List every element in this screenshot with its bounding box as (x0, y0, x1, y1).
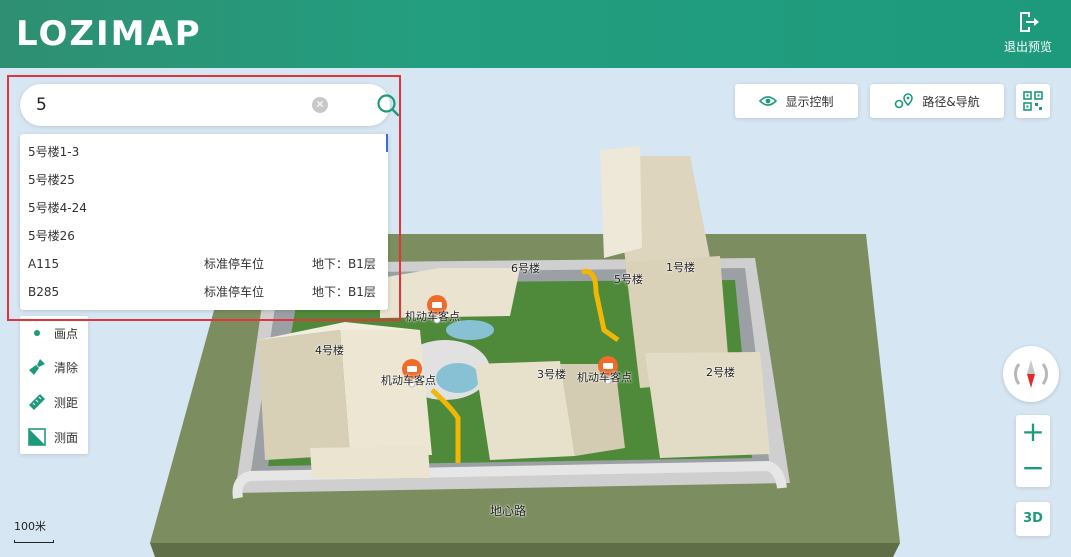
zoom-control: + − (1016, 415, 1050, 487)
exit-preview-label: 退出预览 (1003, 40, 1052, 54)
result-name: 5号楼26 (28, 229, 75, 243)
search-results-dropdown: 5号楼1-3 5号楼25 5号楼4-24 5号楼26 A115 标准停车位 地下… (20, 134, 388, 310)
point-icon (34, 330, 40, 336)
poi-label[interactable]: 机动车客点 (577, 369, 632, 385)
poi-label[interactable]: 机动车客点 (405, 308, 460, 324)
building-1-label[interactable]: 1号楼 (666, 259, 695, 275)
route-navigation-label: 路径&导航 (922, 94, 980, 109)
ruler-icon (29, 394, 45, 410)
map-tools-panel: 画点 清除 测距 测面 (20, 316, 88, 454)
result-floor: 地下：B1层 (312, 285, 376, 299)
display-control-label: 显示控制 (785, 94, 834, 109)
logo: LOZIMAP (16, 14, 202, 54)
tool-label: 画点 (54, 326, 79, 341)
building-2-label[interactable]: 2号楼 (706, 364, 735, 380)
display-control-button[interactable]: 显示控制 (735, 84, 858, 118)
qr-code-button[interactable] (1016, 84, 1050, 118)
result-type: 标准停车位 (204, 257, 265, 271)
building-3-label[interactable]: 3号楼 (537, 366, 566, 382)
building-5-label[interactable]: 5号楼 (614, 271, 643, 287)
poi-label[interactable]: 机动车客点 (381, 372, 436, 388)
result-name: 5号楼25 (28, 173, 75, 187)
clear-tool[interactable]: 清除 (20, 350, 88, 384)
compass-button[interactable] (1003, 346, 1059, 402)
tool-label: 清除 (54, 360, 79, 375)
search-result-item[interactable]: B285 标准停车位 地下：B1层 (20, 278, 388, 306)
zoom-in-button[interactable]: + (1016, 415, 1050, 451)
measure-distance-tool[interactable]: 测距 (20, 385, 88, 419)
result-name: 5号楼4-24 (28, 201, 87, 215)
clear-search-button[interactable]: ✕ (312, 97, 328, 113)
search-result-item[interactable]: 5号楼25 (20, 166, 388, 194)
tool-label: 测距 (54, 395, 79, 410)
zoom-out-button[interactable]: − (1016, 451, 1050, 487)
tool-label: 测面 (54, 430, 79, 445)
exit-preview-button[interactable]: 退出预览 (1003, 10, 1053, 60)
scale-label: 100米 (14, 520, 46, 533)
toggle-3d-button[interactable]: 3D (1016, 502, 1050, 536)
result-name: B285 (28, 285, 60, 299)
app-header: LOZIMAP 退出预览 (0, 0, 1071, 68)
draw-point-tool[interactable]: 画点 (20, 316, 88, 350)
building-6-label[interactable]: 6号楼 (511, 260, 540, 276)
route-icon (895, 93, 914, 109)
search-result-item[interactable]: A115 标准停车位 地下：B1层 (20, 250, 388, 278)
search-result-item[interactable]: 5号楼26 (20, 222, 388, 250)
building-4-label[interactable]: 4号楼 (315, 342, 344, 358)
road-label: 地心路 (490, 504, 527, 518)
eye-icon (759, 96, 778, 106)
search-result-item[interactable]: 5号楼4-24 (20, 194, 388, 222)
compass-icon (1014, 360, 1048, 388)
search-result-item[interactable]: 5号楼1-3 (20, 138, 388, 166)
scale-bar: 100米 (14, 518, 56, 544)
result-name: A115 (28, 257, 60, 271)
qr-code-icon (1023, 91, 1043, 111)
area-icon (28, 428, 46, 446)
measure-area-tool[interactable]: 测面 (20, 420, 88, 454)
scale-line (14, 540, 54, 543)
result-floor: 地下：B1层 (312, 257, 376, 271)
broom-icon (29, 359, 45, 375)
exit-icon (1020, 12, 1039, 32)
search-input[interactable] (36, 93, 296, 117)
search-bar: ✕ (20, 84, 400, 126)
route-navigation-button[interactable]: 路径&导航 (870, 84, 1004, 118)
search-icon[interactable] (376, 93, 400, 117)
result-type: 标准停车位 (204, 285, 265, 299)
result-name: 5号楼1-3 (28, 145, 80, 159)
